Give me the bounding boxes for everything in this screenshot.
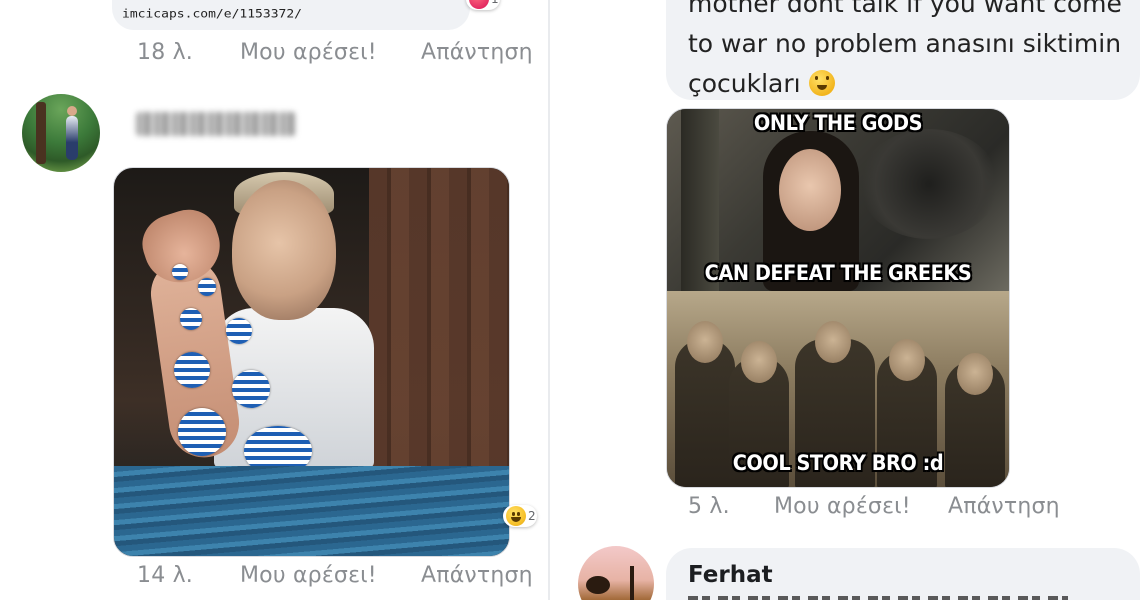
comment-text: mother dont talk if you want come to war… (688, 0, 1122, 104)
blurred-author-name[interactable] (136, 112, 296, 136)
comment-text-line-1: mother dont talk if you want come (688, 0, 1122, 18)
like-button[interactable]: Μου αρέσει! (774, 494, 948, 519)
avatar[interactable] (22, 94, 100, 172)
meme-caption-middle: CAN DEFEAT THE GREEKS (704, 261, 972, 285)
comment-time[interactable]: 5 λ. (688, 494, 774, 519)
greek-flag-ball (232, 370, 270, 408)
reaction-count: 2 (528, 509, 536, 523)
comment-text-line-3: çocukları (688, 69, 801, 98)
comment-bubble[interactable]: Ferhat (666, 548, 1140, 600)
wink-emoji-icon (808, 70, 835, 96)
meme-caption-top: ONLY THE GODS (753, 111, 923, 135)
reply-button[interactable]: Απάντηση (421, 563, 533, 588)
comment-actions: 14 λ. Μου αρέσει! Απάντηση (137, 563, 533, 588)
comment-time[interactable]: 14 λ. (137, 563, 240, 588)
comment-actions: 18 λ. Μου αρέσει! Απάντηση (137, 40, 533, 65)
greek-flag-ball (174, 352, 210, 388)
reaction-badge[interactable]: 2 (503, 505, 537, 527)
reaction-count: 1 (491, 0, 499, 6)
greek-flag-ball (198, 278, 216, 296)
haha-reaction-icon (506, 506, 526, 526)
reply-button[interactable]: Απάντηση (948, 494, 1060, 519)
greek-flag-ball (180, 308, 202, 330)
love-reaction-icon (469, 0, 489, 9)
comment-bubble[interactable]: mother dont talk if you want come to war… (666, 0, 1140, 100)
comment-text-line-2: to war no problem anasını siktimin (688, 29, 1122, 58)
left-comment-thread: imcicaps.com/e/1153372/ 1 18 λ. Μου αρέσ… (0, 0, 548, 600)
link-preview-bubble[interactable]: imcicaps.com/e/1153372/ (112, 0, 470, 30)
meme-caption-bottom: COOL STORY BRO :d (732, 451, 944, 475)
comment-author[interactable]: Ferhat (688, 562, 773, 588)
comment-time[interactable]: 18 λ. (137, 40, 240, 65)
like-button[interactable]: Μου αρέσει! (240, 40, 421, 65)
like-button[interactable]: Μου αρέσει! (240, 563, 421, 588)
reply-button[interactable]: Απάντηση (421, 40, 533, 65)
comment-text-cutoff (688, 596, 1068, 600)
reaction-badge[interactable]: 1 (466, 0, 500, 10)
comment-image[interactable] (113, 167, 510, 557)
comment-image[interactable]: ONLY THE GODS CAN DEFEAT THE GREEKS COOL… (666, 108, 1010, 488)
greek-flag-ball (178, 408, 226, 456)
link-url[interactable]: imcicaps.com/e/1153372/ (122, 8, 302, 22)
right-comment-thread: mother dont talk if you want come to war… (550, 0, 1140, 600)
comment-actions: 5 λ. Μου αρέσει! Απάντηση (688, 494, 1060, 519)
greek-flag-ball (172, 264, 188, 280)
greek-flag-ball (226, 318, 252, 344)
